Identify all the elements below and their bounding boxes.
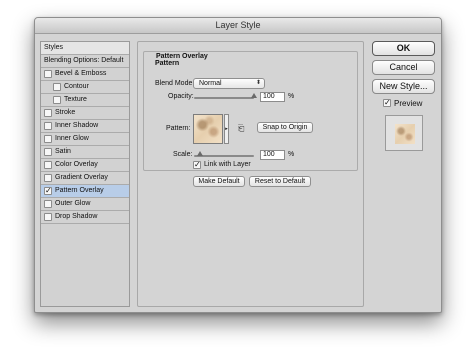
style-item-label: Inner Glow [55, 135, 89, 142]
style-item-checkbox[interactable] [44, 135, 52, 143]
style-item-label: Inner Shadow [55, 122, 99, 129]
style-item-checkbox[interactable] [44, 148, 52, 156]
style-item-checkbox[interactable] [44, 200, 52, 208]
opacity-label: Opacity: [168, 93, 194, 100]
style-item-checkbox[interactable] [44, 161, 52, 169]
style-item-label: Color Overlay [55, 161, 98, 168]
reset-to-default-button[interactable]: Reset to Default [249, 176, 311, 187]
make-default-button[interactable]: Make Default [193, 176, 245, 187]
style-item-checkbox[interactable] [44, 213, 52, 221]
style-item-checkbox[interactable] [44, 70, 52, 78]
preview-thumbnail [385, 115, 423, 151]
scale-percent: % [288, 151, 295, 158]
link-with-layer-label: Link with Layer [204, 161, 251, 168]
chevron-updown-icon: ⬍ [255, 80, 261, 86]
style-item[interactable]: Drop Shadow [41, 211, 129, 224]
scale-input[interactable]: 100 [260, 150, 285, 160]
style-item[interactable]: Blending Options: Default [41, 55, 129, 68]
style-item-label: Gradient Overlay [55, 174, 108, 181]
style-item[interactable]: Stroke [41, 107, 129, 120]
pattern-label: Pattern: [166, 125, 191, 132]
style-item[interactable]: Outer Glow [41, 198, 129, 211]
preview-checkbox[interactable]: ✓ [383, 99, 391, 107]
style-item[interactable]: Satin [41, 146, 129, 159]
style-item-label: Bevel & Emboss [55, 70, 107, 77]
layer-style-dialog: Layer Style Styles Blending Options: Def… [34, 17, 442, 313]
style-item-label: Drop Shadow [55, 213, 98, 220]
style-item-checkbox[interactable] [44, 174, 52, 182]
dialog-title: Layer Style [35, 18, 441, 34]
new-preset-icon[interactable]: ⎗ [238, 124, 244, 134]
style-item-checkbox[interactable] [53, 96, 61, 104]
style-item[interactable]: ✓ Pattern Overlay [41, 185, 129, 198]
scale-slider[interactable] [194, 151, 254, 157]
style-item[interactable]: Texture [41, 94, 129, 107]
style-item-label: Satin [55, 148, 71, 155]
style-item-checkbox[interactable]: ✓ [44, 187, 52, 195]
styles-header[interactable]: Styles [41, 42, 129, 55]
preview-pattern [395, 124, 415, 144]
section-subtitle: Pattern [155, 60, 180, 67]
blend-mode-label: Blend Mode: [155, 80, 195, 87]
style-item-label: Stroke [55, 109, 76, 116]
styles-list: Styles Blending Options: Default Bevel & … [40, 41, 130, 307]
new-style-button[interactable]: New Style... [372, 79, 435, 94]
style-item[interactable]: Inner Shadow [41, 120, 129, 133]
style-item-checkbox[interactable] [53, 83, 61, 91]
scale-label: Scale: [173, 151, 193, 158]
ok-button[interactable]: OK [372, 41, 435, 56]
style-item[interactable]: Bevel & Emboss [41, 68, 129, 81]
opacity-input[interactable]: 100 [260, 92, 285, 102]
style-item-label: Texture [64, 96, 87, 103]
preview-label: Preview [394, 99, 423, 108]
pattern-dropdown-icon[interactable]: ▸ [224, 114, 229, 144]
link-with-layer-checkbox[interactable]: ✓ [193, 161, 201, 169]
opacity-slider-thumb[interactable] [251, 93, 257, 98]
pattern-group: Pattern Overlay Pattern Blend Mode: Norm… [143, 51, 358, 171]
cancel-button[interactable]: Cancel [372, 60, 435, 75]
style-item-checkbox[interactable] [44, 122, 52, 130]
style-item-label: Pattern Overlay [55, 187, 104, 194]
style-item[interactable]: Inner Glow [41, 133, 129, 146]
snap-to-origin-button[interactable]: Snap to Origin [257, 122, 313, 133]
section-title: Pattern Overlay [155, 53, 209, 60]
opacity-slider[interactable] [194, 93, 257, 99]
opacity-percent: % [288, 93, 295, 100]
blend-mode-select[interactable]: Normal ⬍ [193, 78, 265, 89]
pattern-overlay-panel: Pattern Overlay Pattern Blend Mode: Norm… [137, 41, 364, 307]
style-item[interactable]: Gradient Overlay [41, 172, 129, 185]
style-item-label: Contour [64, 83, 89, 90]
style-item-label: Blending Options: Default [44, 57, 124, 64]
style-item[interactable]: Color Overlay [41, 159, 129, 172]
scale-slider-thumb[interactable] [197, 151, 203, 156]
style-item-checkbox[interactable] [44, 109, 52, 117]
style-item-label: Outer Glow [55, 200, 91, 207]
pattern-swatch[interactable] [193, 114, 223, 144]
blend-mode-value: Normal [199, 80, 222, 87]
style-item[interactable]: Contour [41, 81, 129, 94]
